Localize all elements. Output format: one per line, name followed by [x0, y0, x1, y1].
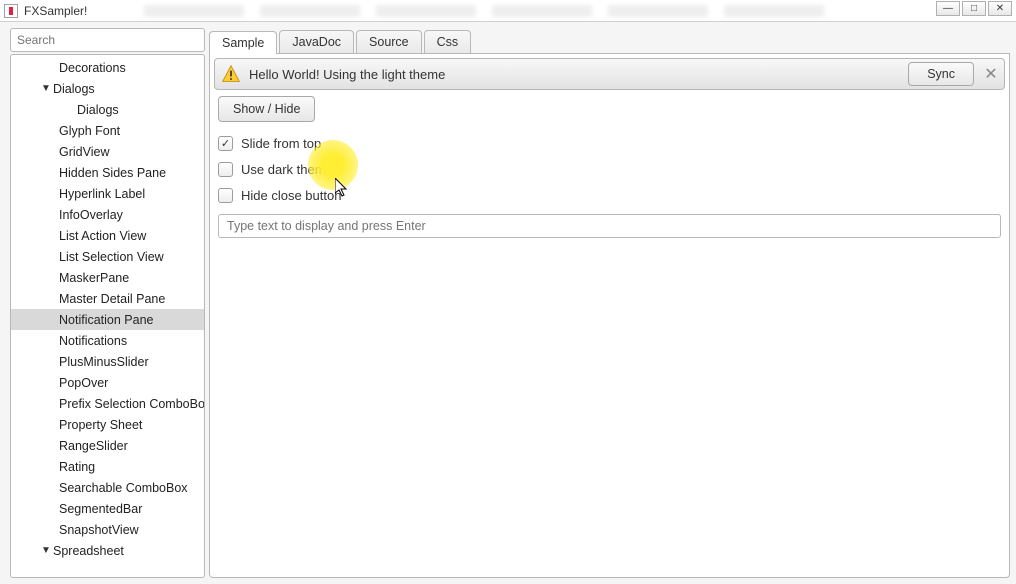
tree-item-label: SegmentedBar [59, 502, 142, 516]
show-hide-button[interactable]: Show / Hide [218, 96, 315, 122]
notification-bar: Hello World! Using the light theme Sync … [214, 58, 1005, 90]
tree-item-maskerpane[interactable]: MaskerPane [11, 267, 204, 288]
tree-item-infooverlay[interactable]: InfoOverlay [11, 204, 204, 225]
window-title: FXSampler! [24, 4, 87, 18]
notification-text-input[interactable] [218, 214, 1001, 238]
checkbox[interactable] [218, 136, 233, 151]
tree-item-label: MaskerPane [59, 271, 129, 285]
tree-item-label: Prefix Selection ComboBox [59, 397, 204, 411]
tree-item-label: SnapshotView [59, 523, 139, 537]
tree-item-spreadsheet[interactable]: ▼Spreadsheet [11, 540, 204, 561]
tree-item-property-sheet[interactable]: Property Sheet [11, 414, 204, 435]
tree-item-notification-pane[interactable]: Notification Pane [11, 309, 204, 330]
tree-item-snapshotview[interactable]: SnapshotView [11, 519, 204, 540]
tree-item-label: Rating [59, 460, 95, 474]
sidebar: Decorations▼DialogsDialogsGlyph FontGrid… [10, 28, 205, 578]
tab-sample[interactable]: Sample [209, 31, 277, 54]
close-notification-icon[interactable]: ✕ [982, 64, 1000, 84]
checkbox[interactable] [218, 162, 233, 177]
tree-item-label: Hyperlink Label [59, 187, 145, 201]
tree-item-label: Dialogs [77, 103, 119, 117]
app-icon [4, 4, 18, 18]
tab-strip: SampleJavaDocSourceCss [209, 28, 1010, 54]
text-input-row [218, 214, 1001, 238]
tree-item-notifications[interactable]: Notifications [11, 330, 204, 351]
tree-item-label: GridView [59, 145, 109, 159]
checkbox-row-slide-from-top: Slide from top [218, 130, 1001, 156]
tree-item-rating[interactable]: Rating [11, 456, 204, 477]
tree-item-label: List Action View [59, 229, 146, 243]
background-tabs-blur [136, 0, 916, 22]
tree-item-label: Hidden Sides Pane [59, 166, 166, 180]
tree-item-list-action-view[interactable]: List Action View [11, 225, 204, 246]
tree-item-gridview[interactable]: GridView [11, 141, 204, 162]
maximize-button[interactable]: □ [962, 1, 986, 16]
tree-item-segmentedbar[interactable]: SegmentedBar [11, 498, 204, 519]
tree-item-label: PlusMinusSlider [59, 355, 149, 369]
tree-view[interactable]: Decorations▼DialogsDialogsGlyph FontGrid… [11, 55, 204, 577]
tree-item-dialogs[interactable]: Dialogs [11, 99, 204, 120]
close-window-button[interactable]: ✕ [988, 1, 1012, 16]
minimize-button[interactable]: — [936, 1, 960, 16]
tab-source[interactable]: Source [356, 30, 422, 53]
tree-item-dialogs[interactable]: ▼Dialogs [11, 78, 204, 99]
tab-javadoc[interactable]: JavaDoc [279, 30, 354, 53]
checkbox-label: Use dark theme [241, 162, 333, 177]
tree-item-label: RangeSlider [59, 439, 128, 453]
tree-item-master-detail-pane[interactable]: Master Detail Pane [11, 288, 204, 309]
search-wrap [10, 28, 205, 52]
sync-button[interactable]: Sync [908, 62, 974, 86]
tree-item-searchable-combobox[interactable]: Searchable ComboBox [11, 477, 204, 498]
tree-item-label: PopOver [59, 376, 108, 390]
tree-item-plusminusslider[interactable]: PlusMinusSlider [11, 351, 204, 372]
tree-item-list-selection-view[interactable]: List Selection View [11, 246, 204, 267]
tree-item-label: Notifications [59, 334, 127, 348]
tree-item-prefix-selection-combobox[interactable]: Prefix Selection ComboBox [11, 393, 204, 414]
search-input[interactable] [11, 29, 204, 51]
main-content: Decorations▼DialogsDialogsGlyph FontGrid… [0, 22, 1016, 584]
notification-text: Hello World! Using the light theme [249, 67, 900, 82]
tree-item-label: Dialogs [53, 82, 95, 96]
controls-group: Show / Hide Slide from top Use dark theme… [210, 96, 1009, 208]
tree-item-label: Master Detail Pane [59, 292, 165, 306]
tab-css[interactable]: Css [424, 30, 472, 53]
warning-icon [221, 64, 241, 84]
content-area: SampleJavaDocSourceCss Hello World! Usin… [209, 28, 1010, 578]
disclosure-icon[interactable]: ▼ [41, 83, 51, 94]
tree-item-rangeslider[interactable]: RangeSlider [11, 435, 204, 456]
tree-item-hyperlink-label[interactable]: Hyperlink Label [11, 183, 204, 204]
tree-item-label: Notification Pane [59, 313, 154, 327]
tree-container: Decorations▼DialogsDialogsGlyph FontGrid… [10, 54, 205, 578]
checkbox-row-use-dark-theme: Use dark theme [218, 156, 1001, 182]
tree-item-label: Property Sheet [59, 418, 142, 432]
tree-item-label: Decorations [59, 61, 126, 75]
tree-item-label: Glyph Font [59, 124, 120, 138]
tree-item-popover[interactable]: PopOver [11, 372, 204, 393]
checkbox-row-hide-close-button: Hide close button [218, 182, 1001, 208]
tree-item-label: Spreadsheet [53, 544, 124, 558]
disclosure-icon[interactable]: ▼ [41, 545, 51, 556]
titlebar: FXSampler! — □ ✕ [0, 0, 1016, 22]
tree-item-label: InfoOverlay [59, 208, 123, 222]
tree-item-glyph-font[interactable]: Glyph Font [11, 120, 204, 141]
tree-item-hidden-sides-pane[interactable]: Hidden Sides Pane [11, 162, 204, 183]
tree-item-label: List Selection View [59, 250, 164, 264]
window-buttons: — □ ✕ [936, 1, 1012, 16]
checkbox[interactable] [218, 188, 233, 203]
tree-item-label: Searchable ComboBox [59, 481, 188, 495]
checkbox-label: Slide from top [241, 136, 321, 151]
checkbox-label: Hide close button [241, 188, 341, 203]
sample-panel: Hello World! Using the light theme Sync … [209, 54, 1010, 578]
tree-item-decorations[interactable]: Decorations [11, 57, 204, 78]
